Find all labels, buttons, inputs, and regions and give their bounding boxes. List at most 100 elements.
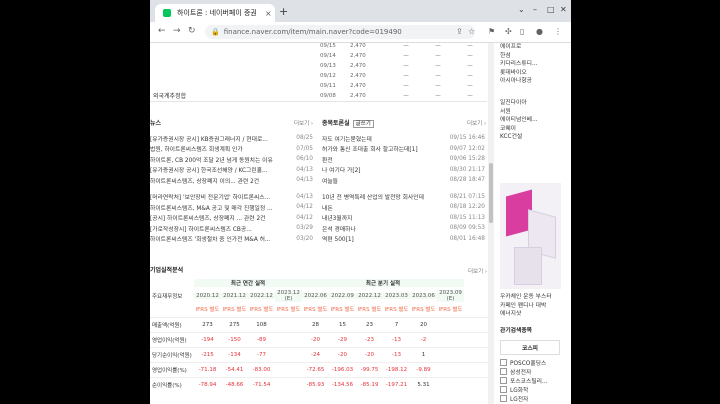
discussion-text[interactable]: 은석 경매하나 bbox=[322, 224, 356, 233]
daily-price-row: 09/13 2,470 — — — bbox=[320, 61, 490, 71]
checkbox[interactable] bbox=[500, 377, 507, 384]
news-text[interactable]: 하이트론, CB 200억 조달 2년 넘게 동원치는 이유 bbox=[150, 155, 273, 164]
ad-product-shape bbox=[514, 247, 542, 285]
back-icon[interactable]: ← bbox=[158, 26, 166, 36]
rail-company-link[interactable]: 한섬 bbox=[500, 52, 538, 61]
puzzle-icon[interactable]: ✣ bbox=[505, 27, 512, 36]
tab-close-icon[interactable]: × bbox=[265, 9, 272, 18]
rail-company-link[interactable]: KCC건설 bbox=[500, 133, 538, 142]
scrollbar-track[interactable] bbox=[488, 43, 494, 404]
news-text[interactable]: [머라연락처] '보안장비 전문기업' 하이트론씨스... bbox=[150, 192, 270, 201]
discussion-text[interactable]: 나 여기다 가[2] bbox=[322, 165, 361, 174]
ad-banner[interactable] bbox=[500, 183, 561, 289]
discussion-text[interactable]: 환전 bbox=[322, 155, 333, 164]
fin-cell: -197.21 bbox=[385, 382, 408, 388]
discussion-item[interactable]: 허가와 통신 조대출 회사 할고하는데[1] 09/07 12:02 bbox=[322, 144, 485, 155]
extension-icon[interactable]: ⚑ bbox=[488, 27, 495, 36]
rail-company-link[interactable]: 에이티넘인베... bbox=[500, 116, 538, 125]
checkbox[interactable] bbox=[500, 359, 507, 366]
fin-cell: -20 bbox=[365, 352, 374, 358]
bookmark-star-icon[interactable]: ☆ bbox=[468, 27, 475, 36]
daily-price: 2,470 bbox=[350, 53, 366, 59]
related-stock-item[interactable]: POSCO홀딩스 bbox=[500, 358, 560, 367]
discussion-item[interactable]: 은석 경매하나 08/09 09:53 bbox=[322, 223, 485, 234]
address-bar[interactable]: 🔒 finance.naver.com/item/main.naver?code… bbox=[205, 25, 475, 39]
checkbox[interactable] bbox=[500, 386, 507, 393]
discussion-item[interactable]: 역편 500[1] 08/01 16:48 bbox=[322, 234, 485, 245]
rail-company-link[interactable]: 에이프로 bbox=[500, 43, 538, 52]
menu-dots-icon[interactable]: ⋮ bbox=[554, 27, 562, 36]
related-stock-item[interactable]: LG전자 bbox=[500, 394, 560, 403]
rail-company-link[interactable]: 키다리스튜디... bbox=[500, 60, 538, 69]
news-item[interactable]: [유가증권시장 공시] 한국조선해양 / KC그린홀... 04/13 bbox=[150, 165, 313, 176]
discussion-item[interactable]: 환전 09/06 15:28 bbox=[322, 154, 485, 165]
scrollbar-thumb[interactable] bbox=[489, 163, 493, 223]
discussion-text[interactable]: 내돈 bbox=[322, 203, 333, 212]
active-tab[interactable]: 하이트론 : 네이버페이 증권 × bbox=[155, 4, 275, 22]
minimize-icon[interactable]: – bbox=[533, 5, 537, 14]
discussion-text[interactable]: 역편 500[1] bbox=[322, 234, 354, 243]
rail-company-list: 에이프로 한섬 키다리스튜디... 롯데바이오 아시아나항공 bbox=[500, 43, 538, 86]
fin-cell: -85.19 bbox=[360, 382, 379, 388]
news-item[interactable]: [가로작성장시] 하이트론씨스템즈 CB공... 03/29 bbox=[150, 223, 313, 234]
discussion-more-link[interactable]: 더보기 › bbox=[467, 119, 486, 127]
window-close-icon[interactable]: ✕ bbox=[560, 5, 567, 14]
rail-company-link[interactable]: 서원 bbox=[500, 108, 538, 117]
news-item[interactable]: [공시] 하이트론씨스템즈, 상장폐지 ... 관련 2건 04/12 bbox=[150, 213, 313, 224]
news-more-link[interactable]: 더보기 › bbox=[294, 119, 313, 127]
discussion-item[interactable]: 내돈 08/18 12:20 bbox=[322, 202, 485, 213]
fin-cell: -134 bbox=[228, 352, 241, 358]
forward-icon[interactable]: → bbox=[173, 26, 181, 36]
news-item[interactable]: [유가증권시장 공시] KB증권그래너지 / 현대로... 08/25 bbox=[150, 133, 313, 144]
rail-company-link[interactable]: 아시아나항공 bbox=[500, 77, 538, 86]
new-tab-button[interactable]: + bbox=[279, 5, 288, 18]
kospi-tab[interactable]: 코스피 bbox=[500, 340, 560, 355]
news-text[interactable]: [유가증권시장 공시] 한국조선해양 / KC그린홀... bbox=[150, 165, 268, 174]
discussion-item[interactable]: 내년3월까지 08/15 11:13 bbox=[322, 213, 485, 224]
discussion-item[interactable]: 여늘들 08/28 18:47 bbox=[322, 175, 485, 186]
news-item[interactable]: 하이트론, CB 200억 조달 2년 넘게 동원치는 이유 06/10 bbox=[150, 154, 313, 165]
related-stock-item[interactable]: 삼성전자 bbox=[500, 367, 560, 376]
discussion-text[interactable]: 여늘들 bbox=[322, 176, 338, 185]
news-text[interactable]: [유가증권시장 공시] KB증권그래너지 / 현대로... bbox=[150, 134, 268, 143]
rail-company-link[interactable]: 코웨이 bbox=[500, 125, 538, 134]
news-text[interactable]: 하이트론씨스템즈 '회생절차 중 인가전 M&A 허... bbox=[150, 234, 271, 243]
discussion-text[interactable]: 자도 여기는묻혔는데 bbox=[322, 134, 372, 143]
fin-cell: -99.75 bbox=[360, 367, 379, 373]
maximize-icon[interactable]: □ bbox=[547, 5, 555, 14]
discussion-item[interactable]: 나 여기다 가[2] 08/30 21:17 bbox=[322, 165, 485, 176]
news-text[interactable]: [가로작성장시] 하이트론씨스템즈 CB공... bbox=[150, 224, 252, 233]
related-stock-item[interactable]: 포스코스틸리... bbox=[500, 376, 560, 385]
daily-dash: — bbox=[435, 43, 441, 49]
profile-avatar-icon[interactable]: ● bbox=[536, 27, 543, 36]
rail-company-link[interactable]: 롯데바이오 bbox=[500, 69, 538, 78]
checkbox[interactable] bbox=[500, 395, 507, 402]
discussion-text[interactable]: 내년3월까지 bbox=[322, 213, 352, 222]
fin-cell: -198.12 bbox=[385, 367, 408, 373]
news-item[interactable]: 하이트론씨스템즈 '회생절차 중 인가전 M&A 허... 03/20 bbox=[150, 234, 313, 245]
financials-more-link[interactable]: 더보기 › bbox=[468, 267, 487, 275]
news-text[interactable]: 하이트론씨스템즈, M&A 공고 및 매각 진행일정 ... bbox=[150, 203, 273, 212]
discussion-item[interactable]: 10년 전 병역특례 산업의 발전망 회사인데 08/21 07:15 bbox=[322, 192, 485, 203]
sidebar-icon[interactable]: ▯ bbox=[520, 27, 524, 36]
checkbox[interactable] bbox=[500, 368, 507, 375]
discussion-text[interactable]: 10년 전 병역특례 산업의 발전망 회사인데 bbox=[322, 192, 424, 201]
related-stock-item[interactable]: LG화학 bbox=[500, 385, 560, 394]
news-item[interactable]: [머라연락처] '보안장비 전문기업' 하이트론씨스... 04/13 bbox=[150, 192, 313, 203]
rail-company-link[interactable]: 일진다이아 bbox=[500, 99, 538, 108]
reload-icon[interactable]: ↻ bbox=[188, 26, 196, 36]
share-icon[interactable]: ⇪ bbox=[456, 27, 463, 36]
news-item[interactable]: 하이트론씨스템즈, 상장폐지 이의... 관련 2건 04/13 bbox=[150, 175, 313, 186]
news-item[interactable]: 하이트론씨스템즈, M&A 공고 및 매각 진행일정 ... 04/12 bbox=[150, 202, 313, 213]
discussion-title-text: 종목토론실 bbox=[322, 120, 350, 127]
news-text[interactable]: [공시] 하이트론씨스템즈, 상장폐지 ... 관련 2건 bbox=[150, 213, 265, 222]
news-text[interactable]: 법원, 하이트론씨스템즈 회생계획 인가 bbox=[150, 144, 243, 153]
discussion-item[interactable]: 자도 여기는묻혔는데 09/15 16:46 bbox=[322, 133, 485, 144]
related-stock-name: LG전자 bbox=[510, 397, 529, 403]
discussion-text[interactable]: 허가와 통신 조대출 회사 할고하는데[1] bbox=[322, 144, 418, 153]
ad-text[interactable]: 우카체인 운동 부스터 카페인 펜디나 대박 에너지샷 bbox=[500, 293, 564, 319]
news-text[interactable]: 하이트론씨스템즈, 상장폐지 이의... 관련 2건 bbox=[150, 176, 259, 185]
chevron-down-icon[interactable]: ⌄ bbox=[518, 5, 525, 14]
news-item[interactable]: 법원, 하이트론씨스템즈 회생계획 인가 07/05 bbox=[150, 144, 313, 155]
write-button[interactable]: 글쓰기 bbox=[352, 120, 374, 128]
